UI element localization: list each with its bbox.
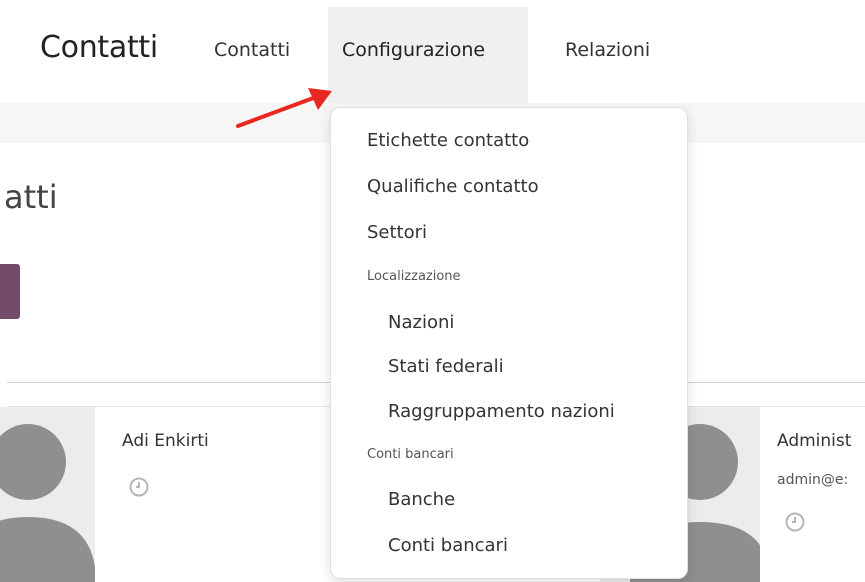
menu-item-settori[interactable]: Settori: [367, 222, 427, 243]
clock-icon[interactable]: [785, 512, 805, 532]
contact-email: admin@e:: [777, 472, 849, 488]
menu-contatti[interactable]: Contatti: [214, 39, 290, 61]
menu-item-etichette-contatto[interactable]: Etichette contatto: [367, 130, 529, 151]
menu-item-conti-bancari[interactable]: Conti bancari: [388, 535, 508, 556]
avatar: [0, 407, 95, 582]
contact-name[interactable]: Adi Enkirti: [122, 431, 209, 451]
menu-relazioni[interactable]: Relazioni: [565, 39, 650, 61]
menu-item-qualifiche-contatto[interactable]: Qualifiche contatto: [367, 176, 539, 197]
menu-item-raggruppamento-nazioni[interactable]: Raggruppamento nazioni: [388, 401, 615, 422]
menu-item-stati-federali[interactable]: Stati federali: [388, 356, 504, 377]
annotation-arrow-icon: [236, 88, 332, 128]
configurazione-dropdown-menu: Etichette contatto Qualifiche contatto S…: [330, 107, 688, 579]
menu-item-banche[interactable]: Banche: [388, 489, 455, 510]
clock-icon[interactable]: [129, 477, 149, 497]
app-title[interactable]: Contatti: [40, 30, 158, 65]
page-title: atti: [4, 178, 58, 216]
menu-configurazione[interactable]: Configurazione: [342, 39, 485, 61]
menu-item-nazioni[interactable]: Nazioni: [388, 312, 454, 333]
contact-name[interactable]: Administ: [777, 431, 851, 451]
new-button[interactable]: [0, 264, 20, 319]
top-navbar: Contatti Contatti Configurazione Relazio…: [0, 0, 865, 103]
section-header-localizzazione: Localizzazione: [367, 269, 461, 284]
section-header-conti-bancari: Conti bancari: [367, 447, 454, 462]
